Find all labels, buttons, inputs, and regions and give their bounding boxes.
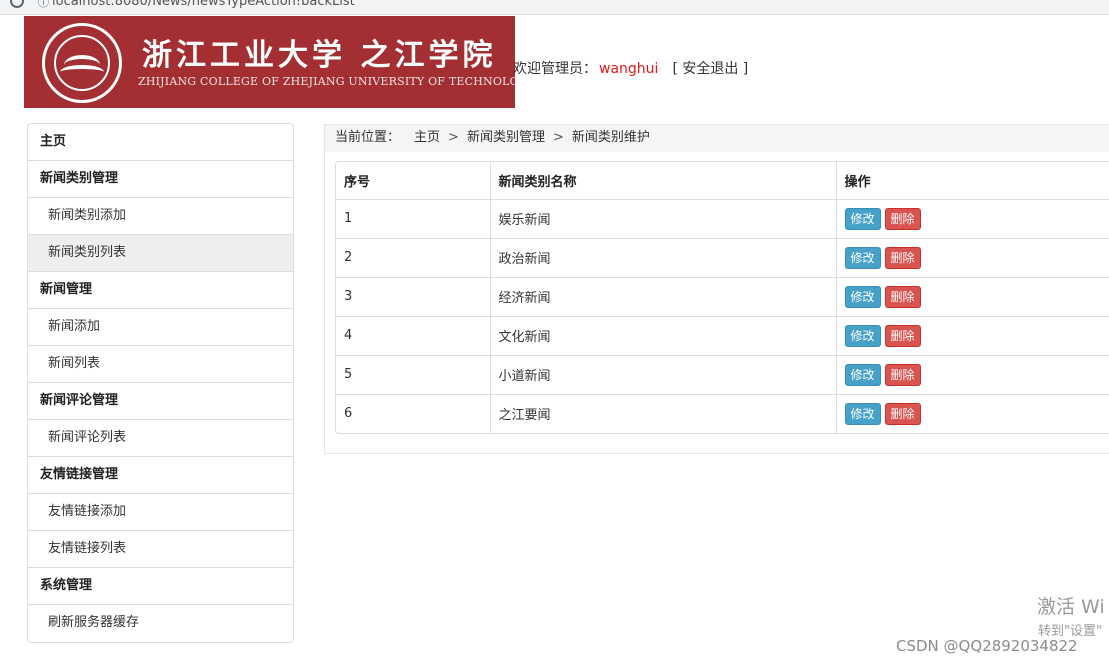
sidebar-group-news-type: 新闻类别管理: [28, 161, 293, 198]
welcome-bar: 欢迎管理员： wanghui [ 安全退出 ]: [513, 58, 748, 78]
edit-button[interactable]: 修改: [844, 285, 881, 308]
column-header-index: 序号: [336, 162, 490, 200]
username: wanghui: [599, 61, 659, 77]
row-category-name: 文化新闻: [489, 316, 836, 356]
edit-button[interactable]: 修改: [844, 207, 881, 230]
news-type-table: 序号 新闻类别名称 操作 1 娱乐新闻 修改删除 2 政治新闻 修改删除 3: [335, 161, 1109, 434]
column-header-actions: 操作: [835, 162, 1109, 200]
row-category-name: 经济新闻: [489, 277, 836, 317]
table-header-row: 序号 新闻类别名称 操作: [336, 162, 1109, 200]
row-index: 4: [336, 316, 490, 356]
sidebar-item-link-add[interactable]: 友情链接添加: [28, 494, 293, 531]
edit-button[interactable]: 修改: [844, 324, 881, 347]
delete-button[interactable]: 删除: [884, 246, 921, 269]
sidebar-nav: 主页 新闻类别管理 新闻类别添加 新闻类别列表 新闻管理 新闻添加 新闻列表 新…: [27, 123, 294, 643]
table-row: 6 之江要闻 修改 删除: [336, 394, 1109, 433]
sidebar-item-link-list[interactable]: 友情链接列表: [28, 531, 293, 568]
row-actions: 修改 删除: [835, 355, 1109, 395]
sidebar-item-home[interactable]: 主页: [28, 124, 293, 161]
row-index: 3: [336, 277, 490, 317]
breadcrumb: 当前位置： 主页 > 新闻类别管理 > 新闻类别维护: [325, 125, 1109, 152]
sidebar-group-news: 新闻管理: [28, 272, 293, 309]
row-category-name: 之江要闻: [489, 394, 836, 433]
main-panel: 当前位置： 主页 > 新闻类别管理 > 新闻类别维护 序号 新闻类别名称 操作 1 娱乐新…: [324, 124, 1109, 454]
csdn-watermark: CSDN @QQ2892034822: [896, 637, 1078, 655]
sidebar-item-news-type-add[interactable]: 新闻类别添加: [28, 198, 293, 235]
sidebar-group-system: 系统管理: [28, 568, 293, 605]
delete-button[interactable]: 删除: [884, 402, 921, 425]
row-actions: 修改 删除: [835, 394, 1109, 433]
row-index: 6: [344, 406, 353, 422]
school-seal-logo: [42, 23, 122, 103]
delete-button[interactable]: 删除: [884, 363, 921, 386]
info-icon[interactable]: ⓘ: [38, 0, 49, 10]
sidebar-item-news-list[interactable]: 新闻列表: [28, 346, 293, 383]
row-actions: 修改 删除: [835, 238, 1109, 278]
sidebar-item-news-add[interactable]: 新闻添加: [28, 309, 293, 346]
row-category-name: 小道新闻: [489, 355, 836, 395]
sidebar-group-comments: 新闻评论管理: [28, 383, 293, 420]
edit-button[interactable]: 修改: [844, 363, 881, 386]
row-index: 5: [336, 355, 490, 395]
sidebar-group-links: 友情链接管理: [28, 457, 293, 494]
row-index: 1: [336, 199, 490, 239]
row-actions: 修改 删除: [835, 199, 1109, 239]
sidebar-item-comment-list[interactable]: 新闻评论列表: [28, 420, 293, 457]
breadcrumb-item-home[interactable]: 主页: [414, 130, 440, 145]
table-row: 4 文化新闻 修改 删除: [336, 316, 1109, 356]
breadcrumb-item-category[interactable]: 新闻类别管理: [467, 130, 545, 145]
browser-bar: ⓘ localhost:8080/News/newsTypeAction!bac…: [0, 0, 1109, 15]
school-name-cn: 浙江工业大学 之江学院: [142, 38, 497, 73]
delete-button[interactable]: 删除: [884, 324, 921, 347]
address-bar[interactable]: localhost:8080/News/newsTypeAction!backL…: [52, 0, 355, 9]
delete-button[interactable]: 删除: [884, 285, 921, 308]
breadcrumb-separator: >: [448, 130, 459, 145]
edit-button[interactable]: 修改: [844, 246, 881, 269]
table-row: 1 娱乐新闻 修改 删除: [336, 199, 1109, 239]
reload-icon[interactable]: [10, 0, 24, 8]
row-category-name: 政治新闻: [489, 238, 836, 278]
breadcrumb-lead: 当前位置：: [335, 130, 401, 145]
row-category-name: 娱乐新闻: [489, 199, 836, 239]
delete-button[interactable]: 删除: [884, 207, 921, 230]
breadcrumb-separator: >: [552, 130, 564, 145]
logout-link[interactable]: [ 安全退出 ]: [672, 61, 748, 77]
column-header-name: 新闻类别名称: [489, 162, 836, 200]
welcome-label: 欢迎管理员：: [513, 61, 597, 77]
row-actions: 修改 删除: [835, 277, 1109, 317]
windows-activation-watermark: 激活 Wi: [1037, 596, 1105, 618]
breadcrumb-item-current: 新闻类别维护: [571, 130, 650, 145]
table-row: 2 政治新闻 修改 删除: [336, 238, 1109, 278]
sidebar-item-refresh-cache[interactable]: 刷新服务器缓存: [28, 605, 293, 642]
table-row: 5 小道新闻 修改 删除: [336, 355, 1109, 395]
edit-button[interactable]: 修改: [844, 402, 881, 425]
header-banner: 浙江工业大学 之江学院 ZHIJIANG COLLEGE OF ZHEJIANG…: [24, 16, 515, 108]
row-index: 2: [336, 238, 490, 278]
sidebar-item-news-type-list[interactable]: 新闻类别列表: [28, 235, 293, 272]
row-actions: 修改 删除: [835, 316, 1109, 356]
school-name-en: ZHIJIANG COLLEGE OF ZHEJIANG UNIVERSITY …: [138, 75, 515, 88]
table-row: 3 经济新闻 修改 删除: [336, 277, 1109, 317]
